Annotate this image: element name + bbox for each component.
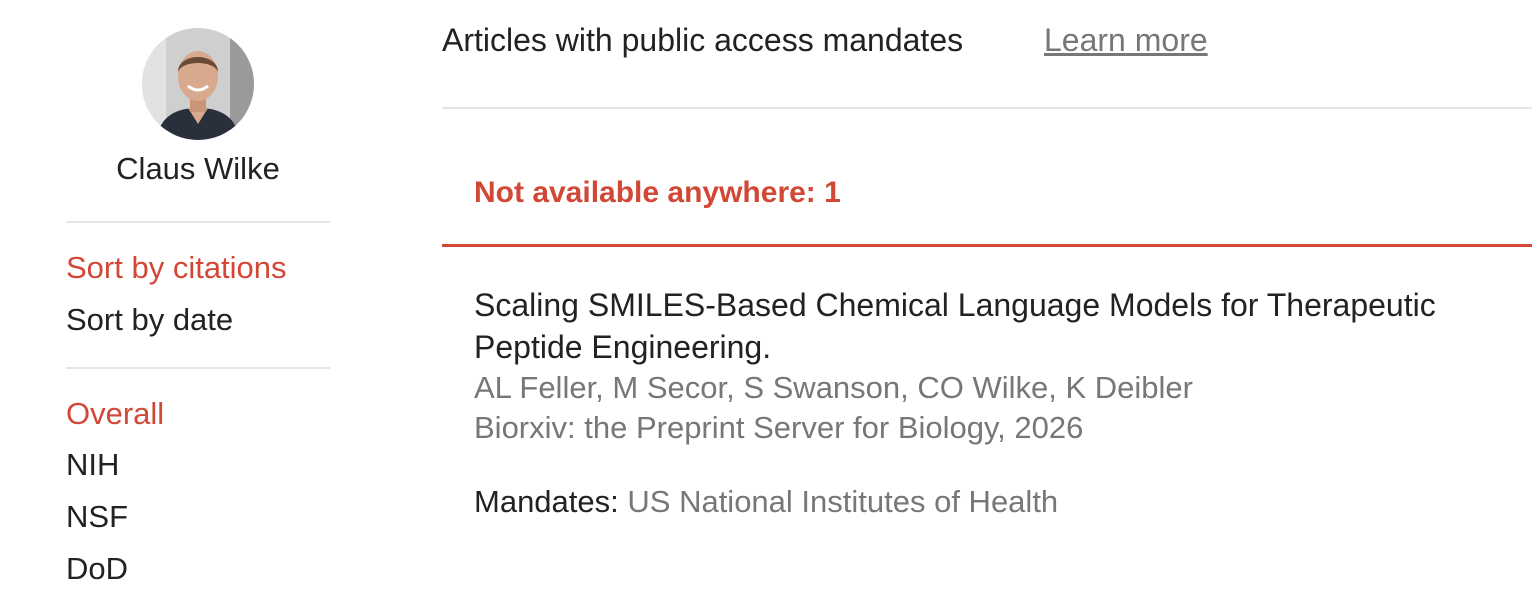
filter-dod-link[interactable]: DoD — [66, 551, 128, 587]
filter-nsf-link[interactable]: NSF — [66, 499, 128, 535]
sidebar-divider — [66, 367, 330, 369]
section-divider — [442, 244, 1532, 247]
article-authors: AL Feller, M Secor, S Swanson, CO Wilke,… — [474, 370, 1193, 405]
person-photo-icon — [142, 28, 254, 140]
header-divider — [442, 107, 1532, 109]
article-item: Scaling SMILES-Based Chemical Language M… — [474, 284, 1532, 522]
article-title-link[interactable]: Scaling SMILES-Based Chemical Language M… — [474, 284, 1532, 368]
article-venue: Biorxiv: the Preprint Server for Biology… — [474, 410, 1084, 445]
sort-by-date-link[interactable]: Sort by date — [66, 302, 233, 338]
avatar[interactable] — [142, 28, 254, 140]
mandates-line: Mandates: US National Institutes of Heal… — [474, 482, 1532, 522]
page: Claus Wilke Sort by citations Sort by da… — [0, 0, 1532, 592]
learn-more-link[interactable]: Learn more — [1044, 20, 1208, 60]
page-title: Articles with public access mandates — [442, 22, 964, 58]
sort-by-citations-link[interactable]: Sort by citations — [66, 250, 287, 286]
mandates-value: US National Institutes of Health — [627, 484, 1059, 519]
sidebar-divider — [66, 221, 330, 223]
section-title: Not available anywhere: 1 — [474, 176, 841, 209]
mandates-label: Mandates: — [474, 484, 619, 519]
profile-name: Claus Wilke — [116, 151, 280, 186]
filter-overall-link[interactable]: Overall — [66, 396, 164, 432]
filter-nih-link[interactable]: NIH — [66, 447, 119, 483]
